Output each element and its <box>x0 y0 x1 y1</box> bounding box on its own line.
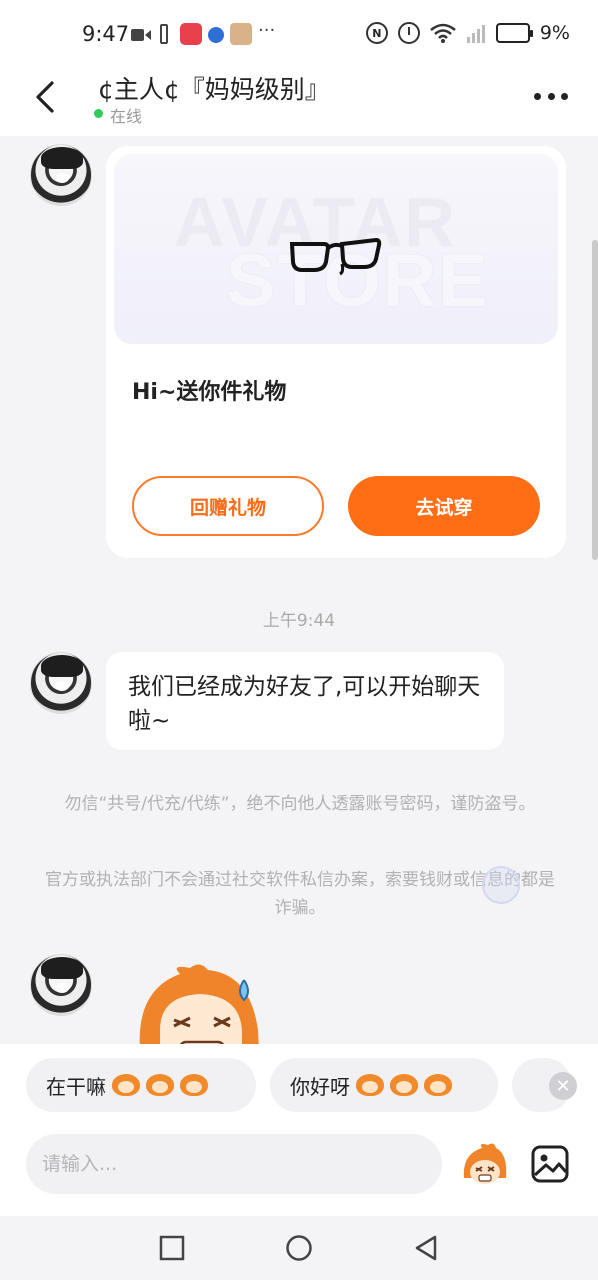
message-timestamp: 上午9:44 <box>262 611 336 631</box>
composer-panel: 在干嘛 你好呀 ✕ <box>0 1044 598 1216</box>
fraud-notice: 官方或执法部门不会通过社交软件私信办案，索要钱财或信息的都是诈骗。 <box>45 870 555 918</box>
message-bubble[interactable]: 我们已经成为好友了,可以开始聊天啦~ <box>106 652 504 750</box>
system-nav-bar <box>0 1216 598 1280</box>
message-input[interactable] <box>26 1134 442 1194</box>
friend-avatar[interactable] <box>30 652 92 714</box>
touch-indicator <box>482 866 520 904</box>
home-icon[interactable] <box>285 1234 313 1262</box>
image-picker-icon[interactable] <box>530 1144 570 1184</box>
security-notice: 勿信“共号/代充/代练”，绝不向他人透露账号密码，谨防盗号。 <box>64 794 536 814</box>
close-quick-replies-icon[interactable]: ✕ <box>549 1072 577 1100</box>
more-options-icon[interactable] <box>534 90 568 102</box>
back-nav-icon[interactable] <box>412 1234 440 1262</box>
wifi-icon <box>430 23 456 43</box>
gift-message: Hi~送你件礼物 <box>132 380 287 405</box>
online-status-text: 在线 <box>110 107 143 126</box>
chat-header: ¢主人¢『妈妈级别』 在线 <box>0 66 598 136</box>
scrollbar[interactable] <box>592 240 598 560</box>
quick-reply-chip[interactable]: 在干嘛 <box>26 1058 256 1112</box>
quick-reply-text: 在干嘛 <box>46 1074 106 1099</box>
emoji-face-icon <box>146 1074 174 1096</box>
try-on-button[interactable]: 去试穿 <box>348 476 540 536</box>
emoji-face-icon <box>356 1074 384 1096</box>
gift-card: AVATAR STORE Hi~送你件礼物 回赠礼物 去试穿 <box>106 146 566 558</box>
recent-apps-icon[interactable] <box>158 1234 186 1262</box>
sticker-message[interactable] <box>130 960 270 1044</box>
sticker-picker-icon[interactable] <box>460 1142 510 1186</box>
status-time: 9:47 <box>82 22 130 46</box>
back-arrow-icon[interactable] <box>32 80 58 114</box>
app-notification-icon <box>208 27 224 43</box>
battery-icon <box>495 23 533 43</box>
battery-percent: 9% <box>539 22 570 44</box>
glasses-icon <box>289 237 382 276</box>
online-status-dot <box>94 109 103 118</box>
emoji-face-icon <box>390 1074 418 1096</box>
return-gift-button[interactable]: 回赠礼物 <box>132 476 324 536</box>
app-notification-icon <box>230 23 252 45</box>
quick-reply-text: 你好呀 <box>290 1074 350 1099</box>
status-bar: 9:47 ··· N 9% <box>0 0 598 66</box>
friend-avatar[interactable] <box>30 954 92 1016</box>
nfc-icon: N <box>365 22 388 44</box>
app-notification-icon <box>180 23 202 45</box>
gift-banner: AVATAR STORE <box>114 154 558 344</box>
emoji-face-icon <box>180 1074 208 1096</box>
more-notifications-icon: ··· <box>258 20 276 41</box>
friend-avatar[interactable] <box>30 144 92 206</box>
battery-saver-icon <box>160 24 168 44</box>
alarm-icon <box>397 22 420 44</box>
quick-reply-chip[interactable]: 你好呀 <box>270 1058 498 1112</box>
status-icons: N 9% <box>365 22 570 44</box>
emoji-face-icon <box>424 1074 452 1096</box>
video-camera-icon <box>131 29 151 41</box>
chat-title: ¢主人¢『妈妈级别』 <box>98 75 330 104</box>
signal-icon <box>466 25 485 43</box>
emoji-face-icon <box>112 1074 140 1096</box>
chat-messages[interactable]: AVATAR STORE Hi~送你件礼物 回赠礼物 去试穿 上午9:44 我们… <box>0 136 598 1044</box>
